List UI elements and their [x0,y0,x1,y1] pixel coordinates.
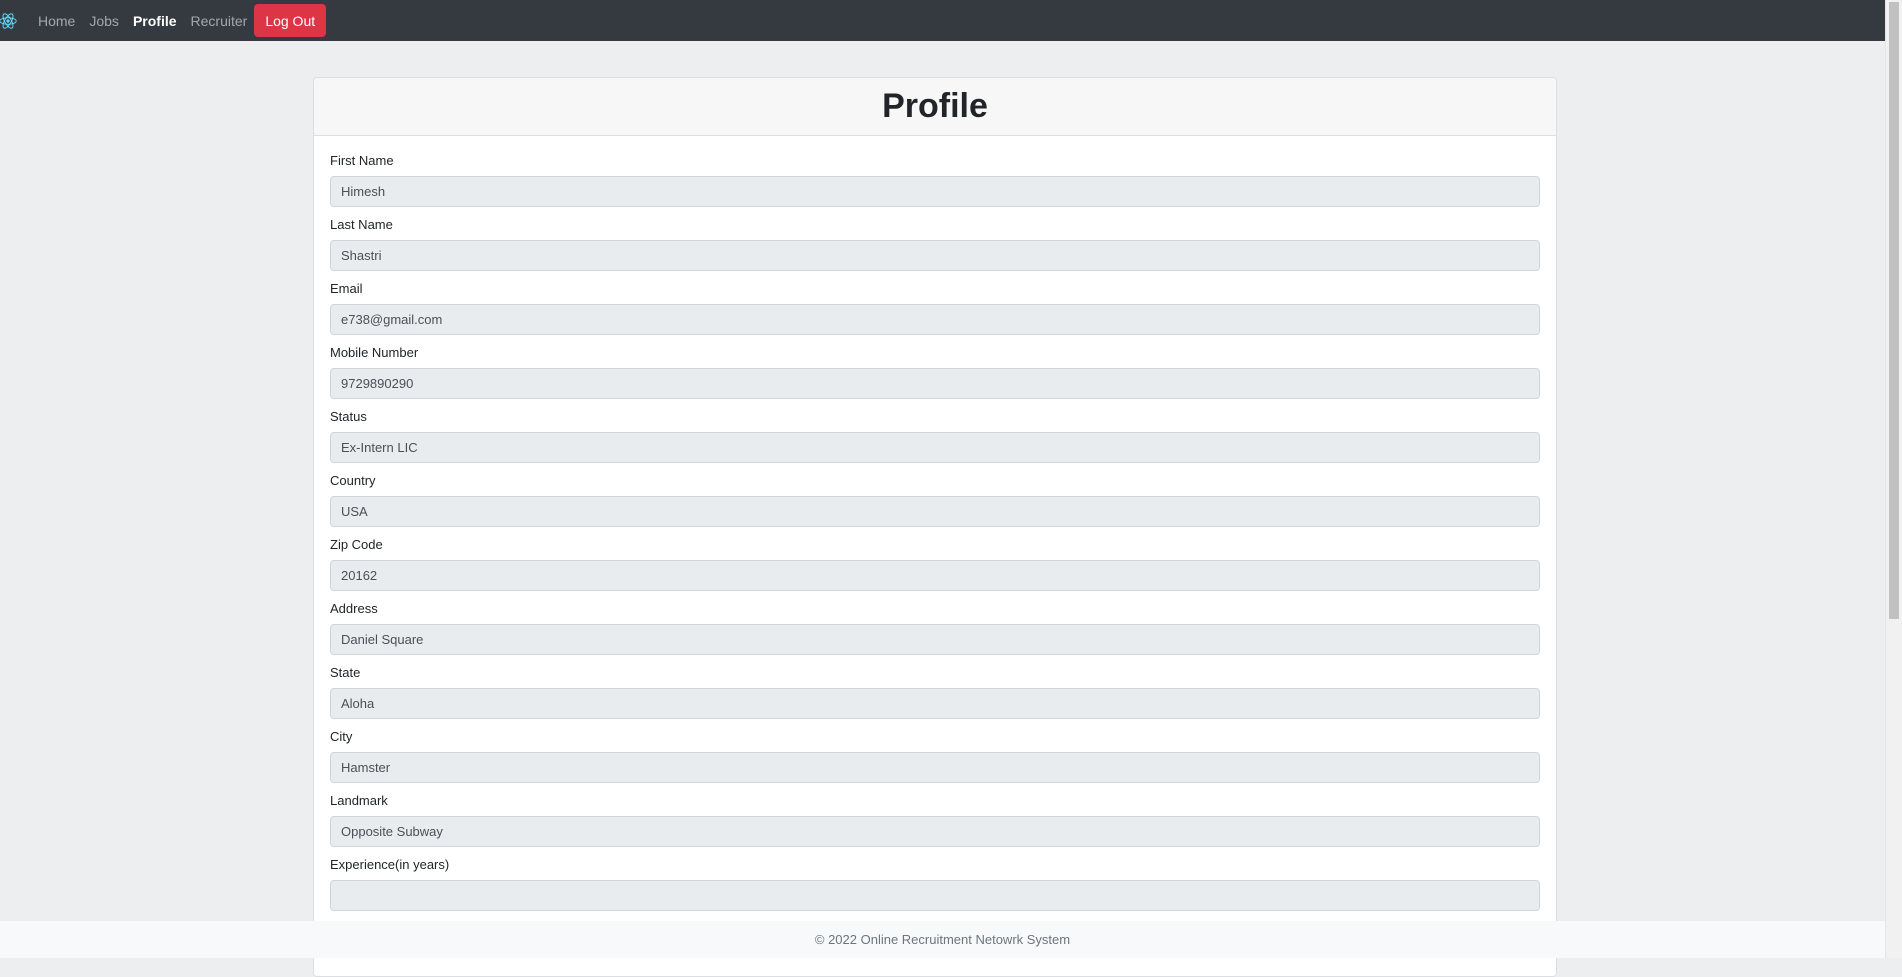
field-label: Address [330,601,378,616]
field-first-name: First Name [330,153,1540,207]
field-label: State [330,665,361,680]
page-title: Profile [882,87,988,125]
city-input[interactable] [330,752,1540,783]
field-zip-code: Zip Code [330,537,1540,591]
page-footer: © 2022 Online Recruitment Netowrk System [0,921,1885,958]
landmark-input[interactable] [330,816,1540,847]
nav-profile-link[interactable]: Profile [133,13,177,29]
nav-recruiter-link[interactable]: Recruiter [191,13,248,29]
field-label: Experience(in years) [330,857,450,872]
profile-form: First Name Last Name Email Mobile Number… [314,136,1556,911]
field-landmark: Landmark [330,793,1540,847]
field-email: Email [330,281,1540,335]
profile-card-header: Profile [314,78,1556,136]
last-name-input[interactable] [330,240,1540,271]
nav-jobs-link[interactable]: Jobs [89,13,119,29]
status-input[interactable] [330,432,1540,463]
mobile-number-input[interactable] [330,368,1540,399]
field-mobile-number: Mobile Number [330,345,1540,399]
country-input[interactable] [330,496,1540,527]
profile-card: Profile First Name Last Name Email Mobil… [313,77,1557,977]
field-address: Address [330,601,1540,655]
field-label: Country [330,473,376,488]
footer-copyright: © 2022 Online Recruitment Netowrk System [814,932,1071,947]
experience-input[interactable] [330,880,1540,911]
field-experience: Experience(in years) [330,857,1540,911]
field-label: Last Name [330,217,393,232]
field-label: Mobile Number [330,345,419,360]
address-input[interactable] [330,624,1540,655]
field-country: Country [330,473,1540,527]
first-name-input[interactable] [330,176,1540,207]
field-label: First Name [330,153,394,168]
vertical-scrollbar[interactable] [1885,0,1902,958]
email-input[interactable] [330,304,1540,335]
field-label: Email [330,281,363,296]
field-label: City [330,729,353,744]
field-city: City [330,729,1540,783]
state-input[interactable] [330,688,1540,719]
scrollbar-thumb[interactable] [1889,2,1899,619]
zip-code-input[interactable] [330,560,1540,591]
field-label: Status [330,409,367,424]
field-status: Status [330,409,1540,463]
field-label: Zip Code [330,537,383,552]
logout-button[interactable]: Log Out [254,4,327,37]
top-navbar: Home Jobs Profile Recruiter Log Out [0,0,1885,41]
field-label: Landmark [330,793,388,808]
field-last-name: Last Name [330,217,1540,271]
react-logo-icon[interactable] [0,10,19,32]
field-state: State [330,665,1540,719]
nav-home-link[interactable]: Home [38,13,75,29]
